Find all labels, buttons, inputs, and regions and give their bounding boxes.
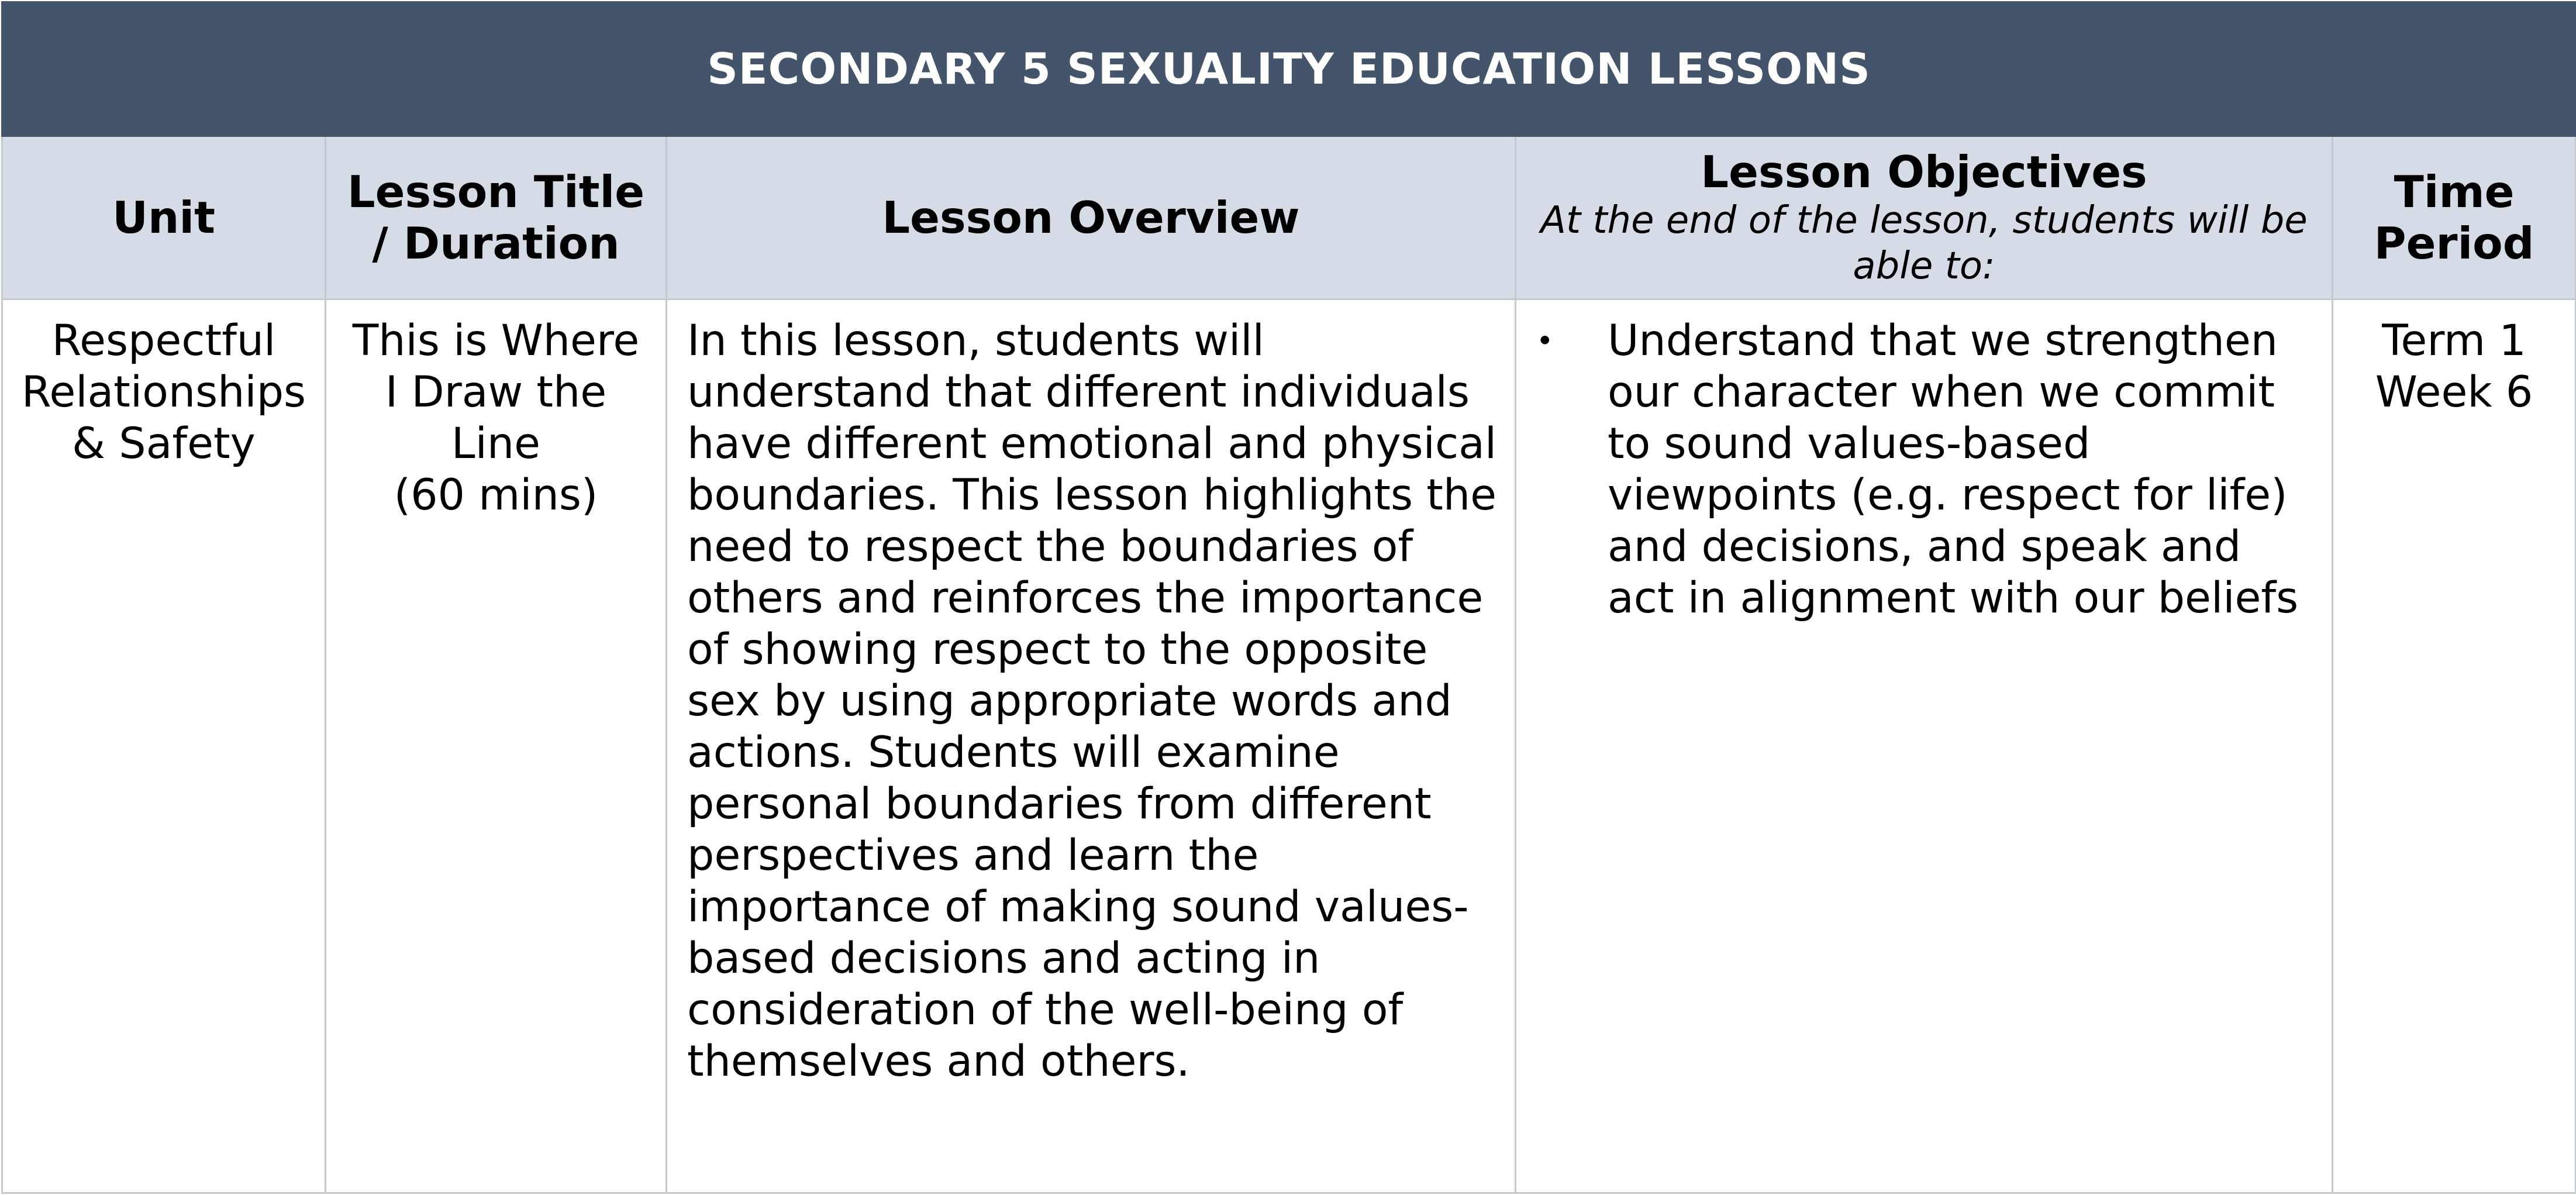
header-objectives: Lesson Objectives At the end of the less…	[1515, 135, 2333, 300]
cell-lesson-title: This is Where I Draw the Line (60 mins)	[325, 298, 667, 1194]
header-time-period: Time Period	[2331, 135, 2576, 300]
cell-overview: In this lesson, students will understand…	[665, 298, 1516, 1194]
header-objectives-label: Lesson Objectives	[1701, 146, 2147, 198]
table-row: Respectful Relationships & Safety This i…	[1, 298, 2576, 1194]
objective-item: • Understand that we strengthen our char…	[1536, 315, 2314, 624]
header-row: Unit Lesson Title / Duration Lesson Over…	[1, 135, 2576, 300]
bullet-icon: •	[1536, 324, 1554, 358]
title-row: SECONDARY 5 SEXUALITY EDUCATION LESSONS	[1, 1, 2576, 137]
header-unit: Unit	[1, 135, 326, 300]
objectives-list: • Understand that we strengthen our char…	[1516, 315, 2332, 624]
lesson-table: SECONDARY 5 SEXUALITY EDUCATION LESSONS …	[1, 1, 2576, 1194]
header-lesson-title: Lesson Title / Duration	[325, 135, 667, 300]
header-overview: Lesson Overview	[665, 135, 1516, 300]
cell-objectives: • Understand that we strengthen our char…	[1515, 298, 2333, 1194]
table-title: SECONDARY 5 SEXUALITY EDUCATION LESSONS	[1, 1, 2576, 137]
cell-unit: Respectful Relationships & Safety	[1, 298, 326, 1194]
header-objectives-subtitle: At the end of the lesson, students will …	[1540, 199, 2308, 288]
objective-text: Understand that we strengthen our charac…	[1608, 316, 2299, 623]
cell-time-period: Term 1 Week 6	[2331, 298, 2576, 1194]
